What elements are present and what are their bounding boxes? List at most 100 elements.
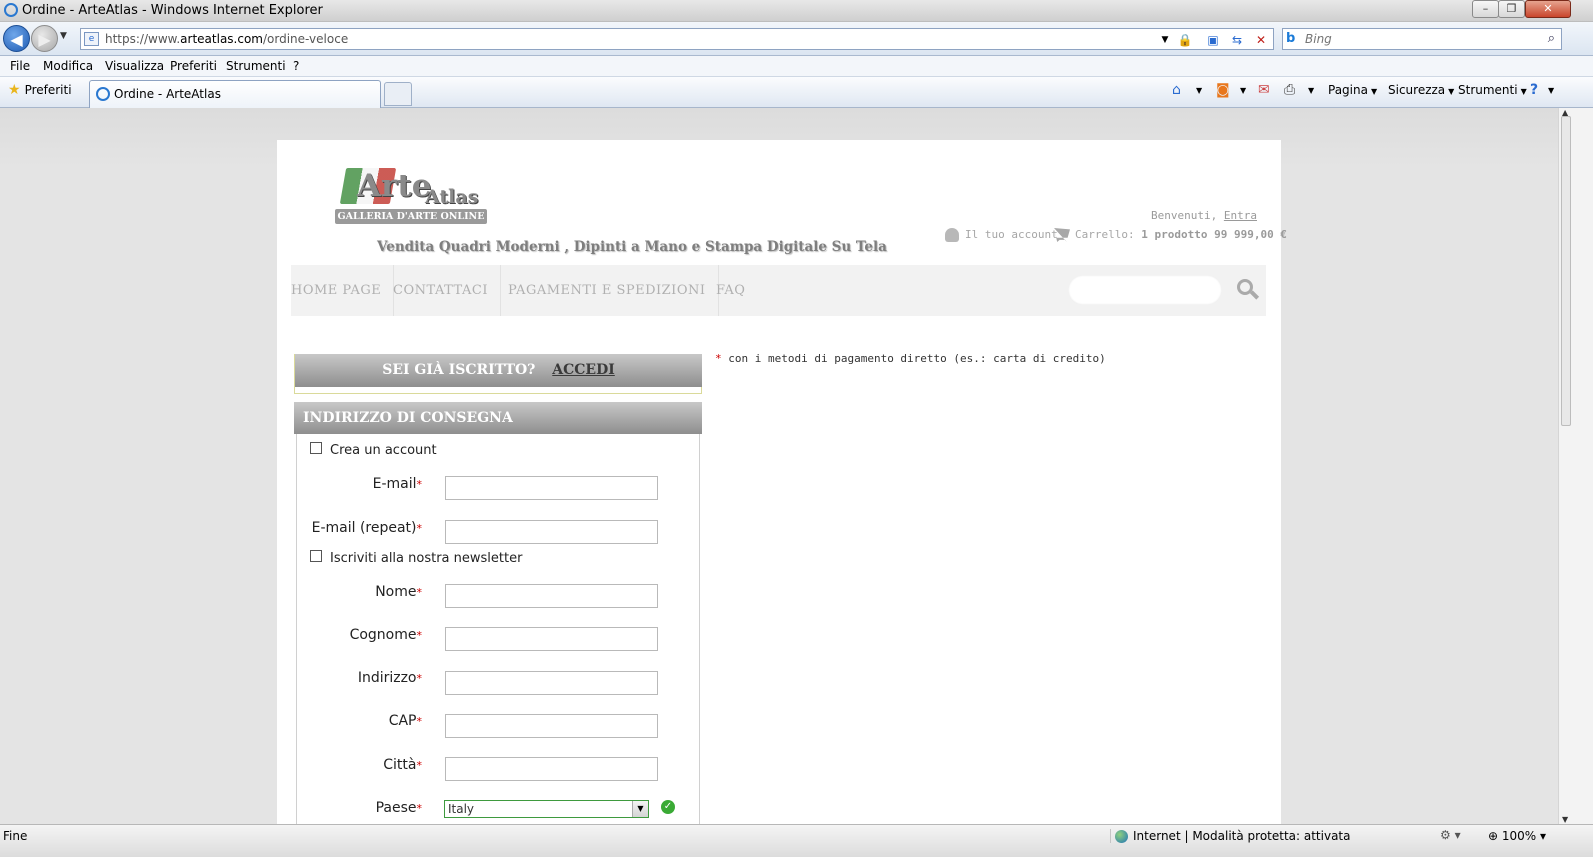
stop-icon[interactable]: ✕ <box>1253 32 1269 48</box>
nav-pagamenti-spedizioni[interactable]: PAGAMENTI E SPEDIZIONI <box>496 265 719 316</box>
paese-label-text: Paese <box>375 800 417 816</box>
lock-icon[interactable]: 🔒 <box>1177 32 1193 48</box>
required-mark: * <box>416 478 423 491</box>
security-menu-label: Sicurezza <box>1388 83 1446 97</box>
logo-atlas: Atlas <box>425 186 479 208</box>
tab-label: Ordine - ArteAtlas <box>114 87 221 101</box>
delivery-address-header: INDIRIZZO DI CONSEGNA <box>294 402 702 434</box>
back-button[interactable]: ◀ <box>3 25 30 52</box>
email-repeat-field[interactable] <box>445 520 658 544</box>
minimize-button[interactable]: – <box>1472 0 1499 18</box>
address-url[interactable]: https://www.arteatlas.com/ordine-veloce <box>105 32 348 46</box>
search-box[interactable]: b ⌕ <box>1282 28 1562 50</box>
required-mark: * <box>416 672 423 685</box>
new-tab-button[interactable] <box>384 82 412 106</box>
menu-visualizza[interactable]: Visualizza <box>105 59 164 73</box>
feed-dropdown-icon[interactable]: ▼ <box>1240 86 1246 95</box>
menu-bar: File Modifica Visualizza Preferiti Strum… <box>0 56 1593 77</box>
citta-label: Città* <box>383 757 422 773</box>
chevron-down-icon: ▼ <box>1370 87 1378 96</box>
menu-file[interactable]: File <box>10 59 30 73</box>
help-dropdown-icon[interactable]: ▼ <box>1548 86 1554 95</box>
cap-field[interactable] <box>445 714 658 738</box>
indirizzo-field[interactable] <box>445 671 658 695</box>
login-link[interactable]: Entra <box>1224 209 1257 222</box>
email-field[interactable] <box>445 476 658 500</box>
chevron-down-icon[interactable]: ▼ <box>632 801 648 817</box>
site-search-input[interactable] <box>1068 275 1222 305</box>
security-zone[interactable]: Internet | Modalità protetta: attivata <box>1110 829 1350 843</box>
menu-preferiti[interactable]: Preferiti <box>170 59 217 73</box>
citta-field[interactable] <box>445 757 658 781</box>
forward-button[interactable]: ▶ <box>31 25 58 52</box>
cart-icon <box>1054 228 1070 242</box>
user-icon <box>945 228 959 242</box>
bing-icon: b <box>1286 31 1296 46</box>
refresh-icon[interactable]: ⇆ <box>1229 32 1245 48</box>
menu-help[interactable]: ? <box>293 59 299 73</box>
address-field[interactable]: e https://www.arteatlas.com/ordine-veloc… <box>80 28 1274 50</box>
account-label: Il tuo account <box>965 228 1058 241</box>
history-dropdown-icon[interactable]: ▼ <box>60 31 67 41</box>
site-page: Arte Atlas GALLERIA D'ARTE ONLINE Vendit… <box>277 140 1287 824</box>
cognome-field[interactable] <box>445 627 658 651</box>
cap-label: CAP* <box>389 713 422 729</box>
cap-label-text: CAP <box>388 713 417 729</box>
popup-blocker-icon[interactable]: ⚙ ▾ <box>1440 828 1461 842</box>
close-window-button[interactable]: ✕ <box>1525 0 1571 18</box>
mail-icon[interactable]: ✉ <box>1258 82 1270 98</box>
scroll-down-icon[interactable]: ▼ <box>1562 815 1568 824</box>
page-icon: e <box>84 32 99 46</box>
chevron-down-icon: ▼ <box>1448 87 1455 96</box>
delivery-form: Crea un account E-mail* E-mail (repeat)*… <box>296 434 700 824</box>
help-icon[interactable]: ? <box>1530 82 1538 98</box>
search-input[interactable] <box>1305 31 1525 47</box>
cart-value: 1 prodotto 99 999,00 € <box>1141 228 1287 241</box>
create-account-label: Crea un account <box>330 443 437 458</box>
zoom-control[interactable]: ⊕ 100% ▾ <box>1488 829 1546 843</box>
newsletter-checkbox[interactable] <box>310 550 322 562</box>
favorites-button[interactable]: ★ Preferiti <box>8 82 72 98</box>
security-menu[interactable]: Sicurezza ▼ <box>1388 83 1454 97</box>
site-search-button[interactable] <box>1235 277 1260 301</box>
page-viewport: Arte Atlas GALLERIA D'ARTE ONLINE Vendit… <box>0 108 1558 824</box>
tools-menu-label: Strumenti <box>1458 83 1518 97</box>
search-icon[interactable]: ⌕ <box>1548 31 1555 46</box>
restore-button[interactable]: ❐ <box>1498 0 1525 18</box>
status-text: Fine <box>3 829 28 843</box>
menu-modifica[interactable]: Modifica <box>43 59 93 73</box>
arteatlas-logo[interactable]: Arte Atlas GALLERIA D'ARTE ONLINE <box>333 164 493 228</box>
print-icon[interactable]: ⎙ <box>1284 82 1295 98</box>
required-mark: * <box>715 352 722 365</box>
cart-link[interactable]: Carrello: 1 prodotto 99 999,00 € <box>1054 228 1287 242</box>
home-dropdown-icon[interactable]: ▼ <box>1196 86 1202 95</box>
nome-field[interactable] <box>445 584 658 608</box>
country-select[interactable]: Italy ▼ <box>444 800 649 818</box>
nav-contattaci[interactable]: CONTATTACI <box>381 265 501 316</box>
tools-menu[interactable]: Strumenti ▼ <box>1458 83 1527 97</box>
rss-feed-icon[interactable]: ◙ <box>1216 82 1230 98</box>
welcome-text: Benvenuti, Entra <box>1151 209 1257 222</box>
home-icon[interactable]: ⌂ <box>1172 82 1181 98</box>
menu-strumenti[interactable]: Strumenti <box>226 59 286 73</box>
compatibility-view-icon[interactable]: ▣ <box>1205 32 1221 48</box>
main-navigation: HOME PAGE CONTATTACI PAGAMENTI E SPEDIZI… <box>291 265 1266 316</box>
ie-logo-icon <box>4 3 18 17</box>
cognome-label: Cognome* <box>350 627 422 643</box>
page-menu[interactable]: Pagina ▼ <box>1328 83 1377 97</box>
nav-home[interactable]: HOME PAGE <box>291 265 395 316</box>
chevron-down-icon: ▼ <box>1520 87 1527 96</box>
login-button[interactable]: ACCEDI <box>552 362 615 378</box>
address-dropdown-icon[interactable]: ▼ <box>1157 32 1173 48</box>
account-link[interactable]: Il tuo account <box>945 228 1058 242</box>
print-dropdown-icon[interactable]: ▼ <box>1308 86 1314 95</box>
required-mark: * <box>416 522 423 535</box>
scroll-thumb[interactable] <box>1561 116 1571 426</box>
nav-faq[interactable]: FAQ <box>704 265 757 316</box>
vertical-scrollbar[interactable]: ▲ ▼ <box>1558 108 1593 824</box>
payment-note-text: con i metodi di pagamento diretto (es.: … <box>728 352 1106 365</box>
required-mark: * <box>416 629 423 642</box>
tab-arteatlas[interactable]: Ordine - ArteAtlas <box>89 80 381 108</box>
create-account-checkbox[interactable] <box>310 442 322 454</box>
favorites-bar: ★ Preferiti Ordine - ArteAtlas ⌂ ▼ ◙ ▼ ✉ … <box>0 77 1593 108</box>
